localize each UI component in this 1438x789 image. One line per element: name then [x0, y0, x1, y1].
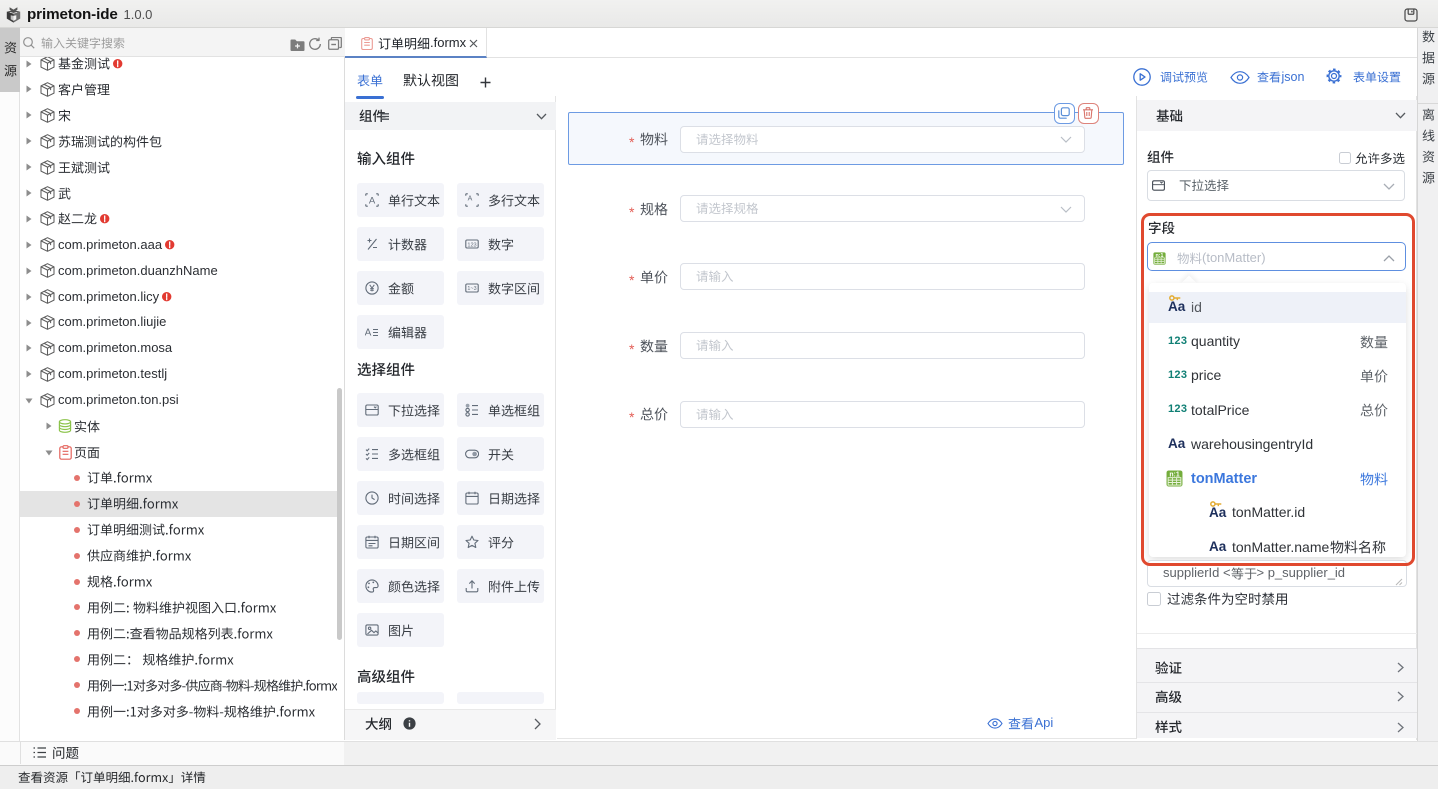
- svg-text:1~3: 1~3: [467, 286, 476, 292]
- svg-text:A: A: [365, 328, 372, 339]
- svg-text:123: 123: [467, 242, 476, 248]
- svg-text:A: A: [468, 196, 473, 203]
- svg-text:A: A: [369, 196, 376, 207]
